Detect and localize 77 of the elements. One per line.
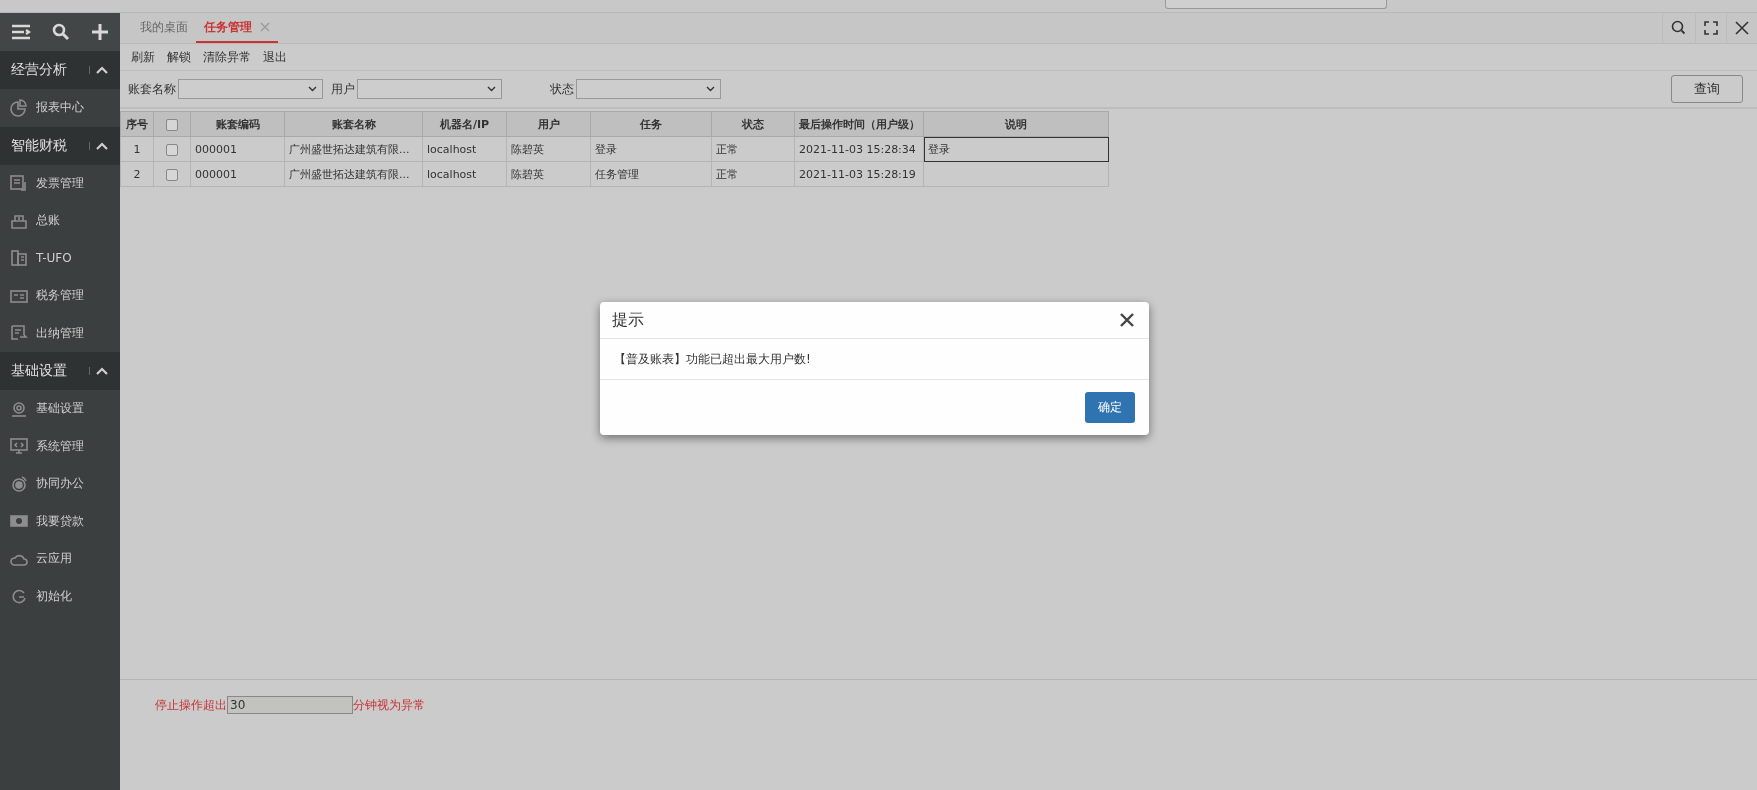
table-cell: 陈碧英 xyxy=(506,136,591,162)
column-header: 用户 xyxy=(506,111,591,137)
table-cell: 广州盛世拓达建筑有限... xyxy=(284,136,423,162)
search-field[interactable] xyxy=(1165,0,1387,9)
table-cell: 2021-11-03 15:28:19 xyxy=(794,161,924,187)
filter-label: 状态 xyxy=(550,80,574,98)
table-cell: 2021-11-03 15:28:34 xyxy=(794,136,924,162)
table-cell: 正常 xyxy=(711,136,795,162)
table-cell: 广州盛世拓达建筑有限... xyxy=(284,161,423,187)
sidebar-item[interactable]: 协同办公 xyxy=(0,465,120,503)
toolbar-button[interactable]: 解锁 xyxy=(162,48,196,66)
table-cell: 2 xyxy=(120,161,154,187)
filter-label: 用户 xyxy=(331,80,355,98)
circle-icon xyxy=(10,474,28,493)
pie-chart-icon xyxy=(10,98,28,117)
caret-icon xyxy=(487,86,496,92)
dropdown-field[interactable] xyxy=(357,79,502,99)
plus-icon[interactable] xyxy=(91,23,110,41)
timeout-input[interactable]: 30 xyxy=(227,696,353,714)
sidebar-item[interactable]: 基础设置 xyxy=(0,390,120,428)
checkbox[interactable] xyxy=(166,143,178,156)
toolbar-button[interactable]: 刷新 xyxy=(126,48,160,66)
column-header: 状态 xyxy=(711,111,795,137)
sidebar-item[interactable]: 出纳管理 xyxy=(0,314,120,352)
column-header: 机器名/IP xyxy=(422,111,507,137)
table-cell: 陈碧英 xyxy=(506,161,591,187)
table-cell: 正常 xyxy=(711,161,795,187)
monitor-icon xyxy=(10,437,28,456)
sidebar-group-header[interactable]: 智能财税 xyxy=(0,126,120,165)
toolbar-button[interactable]: 退出 xyxy=(258,48,292,66)
checkbox[interactable] xyxy=(166,118,178,131)
dialog-title: 提示 xyxy=(612,309,644,331)
sidebar-item[interactable]: 云应用 xyxy=(0,540,120,578)
column-header: 账套编码 xyxy=(190,111,285,137)
table-cell[interactable]: 登录 xyxy=(923,136,1109,162)
dialog-message: 【普及账表】功能已超出最大用户数! xyxy=(614,350,811,368)
column-header: 账套名称 xyxy=(284,111,423,137)
sidebar-item[interactable]: 初始化 xyxy=(0,577,120,615)
checkbox[interactable] xyxy=(166,168,178,181)
query-button[interactable]: 查询 xyxy=(1671,75,1743,103)
timeout-label: 停止操作超出 xyxy=(155,696,227,714)
document-icon xyxy=(10,324,28,343)
sidebar-group-header[interactable]: 基础设置 xyxy=(0,352,120,390)
sidebar-item[interactable]: 报表中心 xyxy=(0,89,120,127)
column-header: 最后操作时间（用户级） xyxy=(794,111,924,137)
sidebar-item[interactable]: 系统管理 xyxy=(0,427,120,465)
invoice-icon xyxy=(10,174,28,193)
tab[interactable]: 我的桌面 xyxy=(132,13,196,43)
table-cell: 1 xyxy=(120,136,154,162)
dropdown-field[interactable] xyxy=(576,79,721,99)
sidebar-item[interactable]: 发票管理 xyxy=(0,164,120,202)
sidebar-group-header[interactable]: 经营分析 xyxy=(0,51,120,89)
confirm-button[interactable]: 确定 xyxy=(1085,392,1135,423)
timeout-unit-label: 分钟视为异常 xyxy=(353,696,425,714)
close-icon[interactable] xyxy=(1120,313,1134,327)
sidebar-item[interactable]: 总账 xyxy=(0,202,120,240)
gear-icon xyxy=(10,399,28,418)
sidebar-item[interactable]: 我要贷款 xyxy=(0,502,120,540)
menu-icon[interactable] xyxy=(10,24,31,40)
column-header: 说明 xyxy=(923,111,1109,137)
building-icon xyxy=(10,249,28,268)
sidebar-item[interactable]: 税务管理 xyxy=(0,277,120,315)
table-cell: 000001 xyxy=(190,161,285,187)
filter-label: 账套名称 xyxy=(128,80,176,98)
sidebar-item[interactable]: T-UFO xyxy=(0,239,120,277)
toolbar-button[interactable]: 清除异常 xyxy=(198,48,256,66)
table-cell: localhost xyxy=(422,136,507,162)
column-header: 任务 xyxy=(590,111,712,137)
table-cell: 任务管理 xyxy=(590,161,712,187)
table-cell: localhost xyxy=(422,161,507,187)
table-cell: 登录 xyxy=(590,136,712,162)
caret-icon xyxy=(308,86,317,92)
dropdown-field[interactable] xyxy=(178,79,323,99)
caret-icon xyxy=(706,86,715,92)
search-icon[interactable] xyxy=(52,23,70,41)
column-header: 序号 xyxy=(120,111,154,137)
table-cell: 000001 xyxy=(190,136,285,162)
